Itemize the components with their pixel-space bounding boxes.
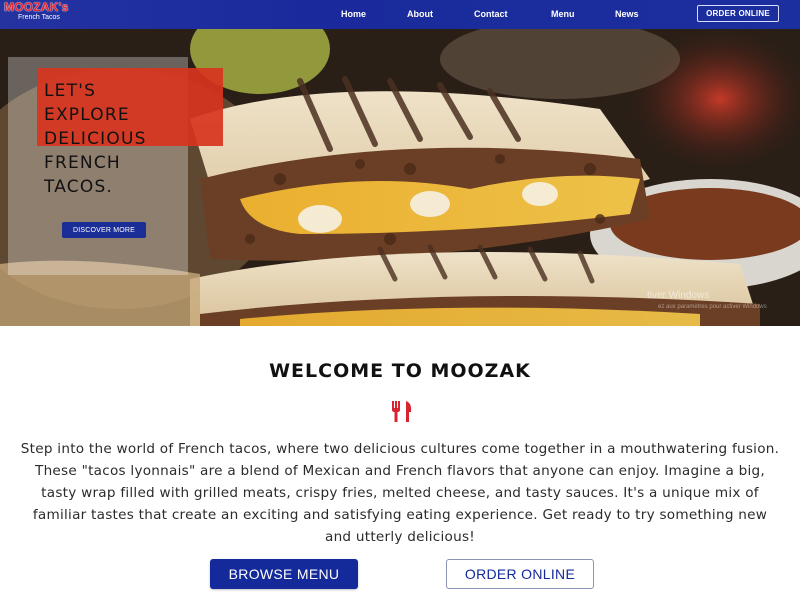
nav-order-online-button[interactable]: ORDER ONLINE: [697, 5, 779, 22]
windows-activation-watermark: tiver Windows: [647, 290, 710, 301]
nav-item-news[interactable]: News: [615, 9, 639, 19]
nav-item-about[interactable]: About: [407, 9, 433, 19]
brand-logo[interactable]: MOOZAK's French Tacos: [4, 1, 74, 22]
hero-title: LET'S EXPLORE DELICIOUS FRENCH TACOS.: [44, 81, 147, 197]
welcome-heading: WELCOME TO MOOZAK: [269, 360, 531, 382]
nav-item-contact[interactable]: Contact: [474, 9, 508, 19]
browse-menu-button[interactable]: BROWSE MENU: [210, 559, 358, 589]
windows-activation-watermark-subtext: ez aux paramètres pour activer Windows: [658, 304, 767, 310]
brand-name: MOOZAK's: [4, 0, 69, 14]
welcome-description: Step into the world of French tacos, whe…: [20, 441, 780, 545]
hero-banner: LET'S EXPLORE DELICIOUS FRENCH TACOS. DI…: [0, 29, 800, 326]
top-navbar: MOOZAK's French Tacos Home About Contact…: [0, 0, 800, 29]
nav-item-menu[interactable]: Menu: [551, 9, 575, 19]
order-online-button[interactable]: ORDER ONLINE: [446, 559, 594, 589]
discover-more-button[interactable]: DISCOVER MORE: [62, 222, 146, 238]
nav-item-home[interactable]: Home: [341, 9, 366, 19]
brand-tagline: French Tacos: [18, 14, 60, 21]
fork-knife-icon: [392, 401, 412, 422]
